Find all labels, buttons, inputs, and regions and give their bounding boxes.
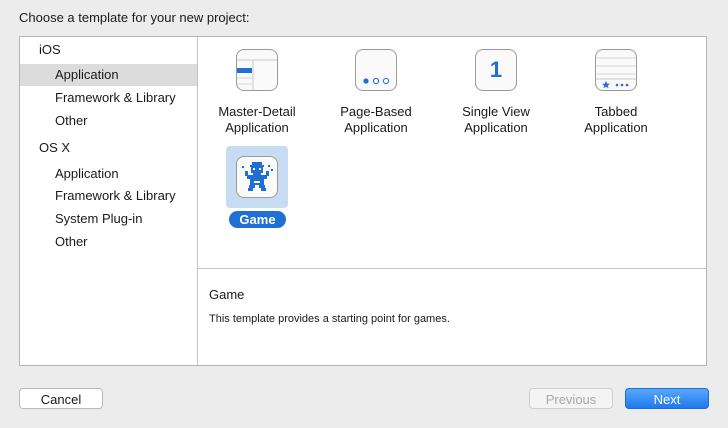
template-label: Page-Based Application: [340, 104, 412, 135]
template-description-pane: Game This template provides a starting p…: [198, 269, 706, 365]
previous-button[interactable]: Previous: [529, 388, 613, 409]
template-single-view[interactable]: 1 Single View Application: [446, 37, 546, 147]
single-view-glyph: 1: [489, 57, 503, 82]
next-button[interactable]: Next: [625, 388, 709, 409]
template-page-based[interactable]: Page-Based Application: [326, 37, 426, 147]
sidebar-item-osx-application[interactable]: Application: [20, 163, 197, 185]
description-text: This template provides a starting point …: [209, 313, 450, 325]
template-label: Tabbed Application: [584, 104, 648, 135]
single-view-icon: 1: [475, 49, 517, 91]
page-title: Choose a template for your new project:: [19, 10, 250, 25]
tabbed-icon: [595, 49, 637, 91]
sidebar-item-osx-system-plugin[interactable]: System Plug-in: [20, 208, 197, 230]
description-title: Game: [209, 287, 245, 302]
platform-sidebar: iOS Application Framework & Library Othe…: [20, 37, 198, 365]
game-icon: [236, 156, 278, 198]
sidebar-item-ios-framework-library[interactable]: Framework & Library: [20, 87, 197, 109]
sidebar-item-ios-other[interactable]: Other: [20, 110, 197, 132]
template-chooser-panel: iOS Application Framework & Library Othe…: [19, 36, 707, 366]
template-label-game: Game: [229, 211, 286, 228]
sidebar-group-ios: iOS: [39, 42, 61, 57]
template-game[interactable]: Game: [198, 37, 318, 237]
template-tabbed[interactable]: Tabbed Application: [566, 37, 666, 147]
sidebar-group-osx: OS X: [39, 140, 71, 155]
template-grid: Master-Detail Application Page-Based App…: [198, 37, 706, 268]
sidebar-item-osx-framework-library[interactable]: Framework & Library: [20, 185, 197, 207]
sidebar-item-ios-application[interactable]: Application: [20, 64, 197, 86]
cancel-button[interactable]: Cancel: [19, 388, 103, 409]
page-based-icon: [355, 49, 397, 91]
sidebar-item-osx-other[interactable]: Other: [20, 231, 197, 253]
template-label: Single View Application: [462, 104, 530, 135]
